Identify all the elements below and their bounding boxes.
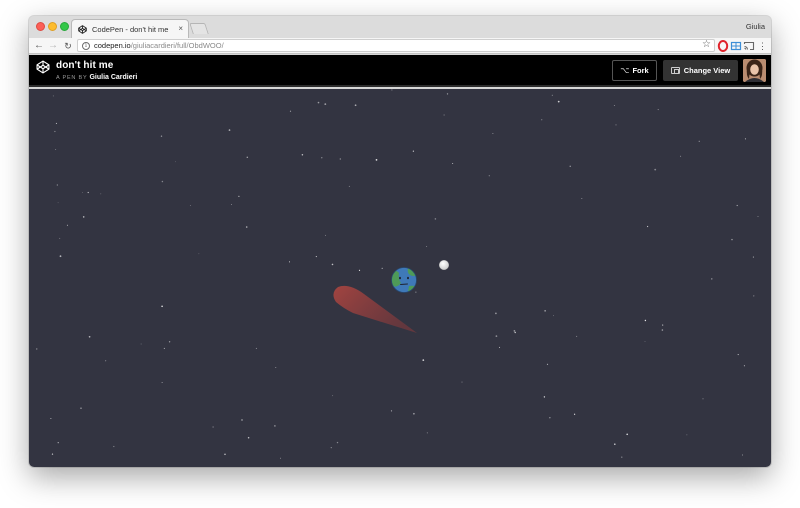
opera-icon[interactable] <box>717 40 729 52</box>
window-maximize-button[interactable] <box>60 22 69 31</box>
extension-icon[interactable] <box>730 40 742 52</box>
change-view-button[interactable]: Change View <box>663 60 738 81</box>
info-icon[interactable]: i <box>82 41 90 50</box>
tab-strip: CodePen - don't hit me × Giulia <box>29 16 771 38</box>
tab-codepen[interactable]: CodePen - don't hit me × <box>71 19 189 38</box>
fork-icon: ⌥ <box>620 66 630 75</box>
browser-window: CodePen - don't hit me × Giulia ← → ↻ i … <box>29 16 771 467</box>
tab-title: CodePen - don't hit me <box>92 24 169 34</box>
cast-icon[interactable] <box>743 40 755 52</box>
pen-author-link[interactable]: Giulia Cardieri <box>89 74 137 81</box>
change-view-label: Change View <box>683 66 731 75</box>
codepen-header: don't hit me A PEN BY Giulia Cardieri ⌥ F… <box>29 55 771 87</box>
tab-close-icon[interactable]: × <box>178 25 183 33</box>
pen-by-label: A PEN BY <box>56 75 88 81</box>
fork-label: Fork <box>632 66 649 75</box>
url-text[interactable]: codepen.io/giuliacardieri/full/ObdWOO/ <box>94 41 224 50</box>
profile-name[interactable]: Giulia <box>746 22 765 31</box>
back-arrow-icon[interactable]: ← <box>33 39 45 53</box>
moon <box>439 259 450 270</box>
menu-icon[interactable]: ⋮ <box>758 39 767 53</box>
animation-stage[interactable] <box>29 89 771 467</box>
comet <box>333 285 417 333</box>
browser-toolbar: ← → ↻ i codepen.io/giuliacardieri/full/O… <box>29 38 771 54</box>
fork-button[interactable]: ⌥ Fork <box>612 60 657 81</box>
new-tab-button[interactable] <box>189 23 209 34</box>
codepen-logo-icon[interactable] <box>36 60 50 74</box>
pen-byline: A PEN BY Giulia Cardieri <box>56 74 137 81</box>
layout-icon <box>670 67 680 74</box>
avatar-image <box>743 59 766 82</box>
forward-arrow-icon[interactable]: → <box>47 39 59 53</box>
pen-title: don't hit me <box>56 60 114 71</box>
scene <box>333 259 450 333</box>
earth-face <box>391 267 417 293</box>
codepen-favicon-icon <box>78 24 87 34</box>
address-bar[interactable]: i codepen.io/giuliacardieri/full/ObdWOO/… <box>77 39 715 52</box>
reload-icon[interactable]: ↻ <box>62 39 74 53</box>
star-icon[interactable]: ☆ <box>702 39 711 50</box>
window-close-button[interactable] <box>36 22 45 31</box>
window-minimize-button[interactable] <box>48 22 57 31</box>
avatar[interactable] <box>743 59 766 82</box>
